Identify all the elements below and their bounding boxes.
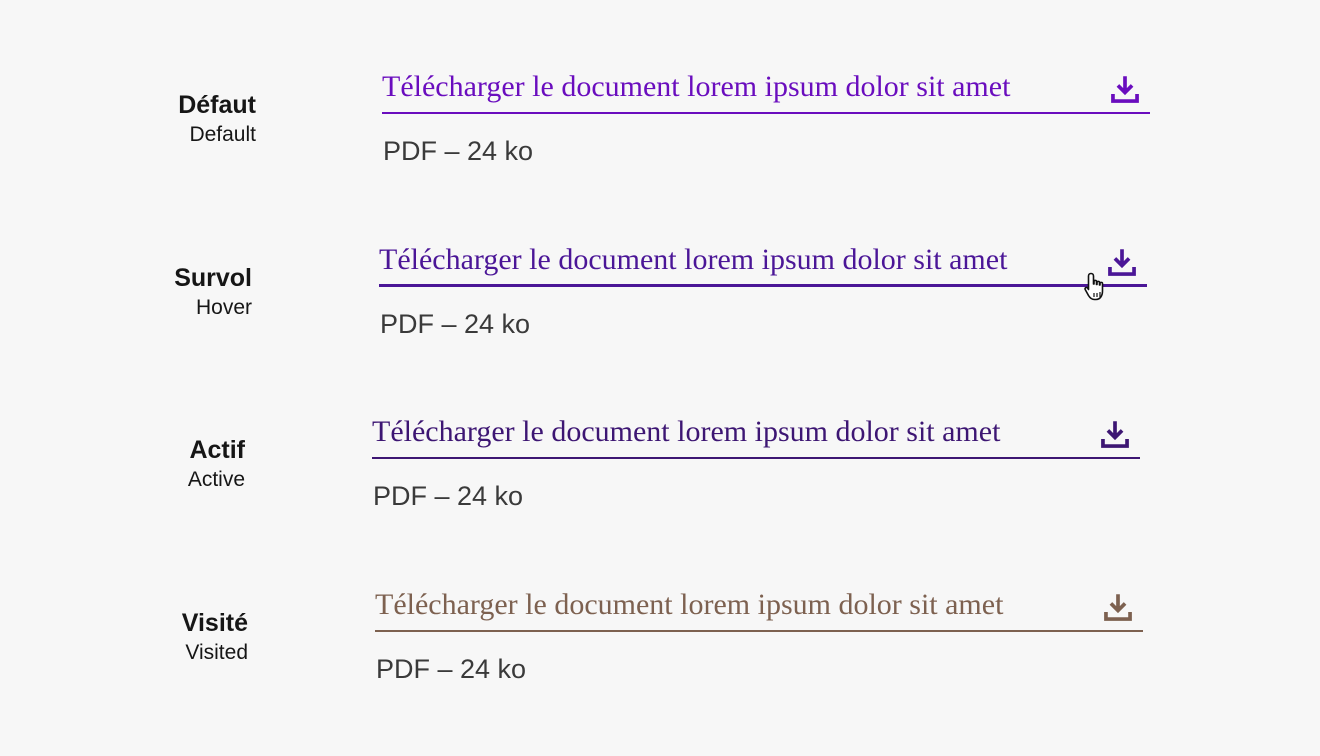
- state-label-default: Défaut Default: [178, 90, 256, 148]
- download-icon: [1101, 421, 1129, 448]
- download-icon: [1111, 76, 1139, 103]
- state-label-visited: Visité Visited: [182, 608, 248, 666]
- download-link-hover[interactable]: Télécharger le document lorem ipsum dolo…: [379, 241, 1147, 287]
- state-label-fr: Survol: [174, 264, 252, 292]
- state-label-en: Active: [187, 468, 245, 491]
- state-label-fr: Défaut: [178, 91, 256, 119]
- download-link-default[interactable]: Télécharger le document lorem ipsum dolo…: [382, 68, 1150, 114]
- link-underline: [382, 112, 1150, 114]
- download-link-text: Télécharger le document lorem ipsum dolo…: [379, 243, 1008, 276]
- state-label-fr: Actif: [189, 436, 245, 464]
- state-row-hover: Survol Hover Télécharger le document lor…: [0, 243, 1320, 411]
- link-underline: [372, 457, 1140, 459]
- state-row-default: Défaut Default Télécharger le document l…: [0, 70, 1320, 238]
- file-meta-default: PDF – 24 ko: [383, 136, 534, 166]
- link-underline: [379, 284, 1147, 287]
- state-label-en: Default: [189, 123, 256, 146]
- state-label-en: Hover: [195, 296, 252, 319]
- download-icon: [1104, 594, 1132, 621]
- hand-pointer-icon: [1084, 272, 1104, 301]
- file-meta-visited: PDF – 24 ko: [376, 654, 527, 684]
- file-meta-hover: PDF – 24 ko: [380, 309, 531, 339]
- state-label-fr: Visité: [181, 609, 248, 637]
- state-label-active: Actif Active: [188, 435, 245, 493]
- state-row-active: Actif Active Télécharger le document lor…: [0, 415, 1320, 583]
- download-link-text: Télécharger le document lorem ipsum dolo…: [382, 70, 1011, 103]
- state-label-hover: Survol Hover: [174, 263, 252, 321]
- download-link-visited[interactable]: Télécharger le document lorem ipsum dolo…: [375, 586, 1143, 632]
- state-label-en: Visited: [185, 641, 248, 664]
- download-link-text: Télécharger le document lorem ipsum dolo…: [375, 588, 1004, 621]
- file-meta-active: PDF – 24 ko: [373, 481, 524, 511]
- download-link-active[interactable]: Télécharger le document lorem ipsum dolo…: [372, 413, 1140, 459]
- download-link-text: Télécharger le document lorem ipsum dolo…: [372, 415, 1001, 448]
- link-underline: [375, 630, 1143, 632]
- state-row-visited: Visité Visited Télécharger le document l…: [0, 588, 1320, 756]
